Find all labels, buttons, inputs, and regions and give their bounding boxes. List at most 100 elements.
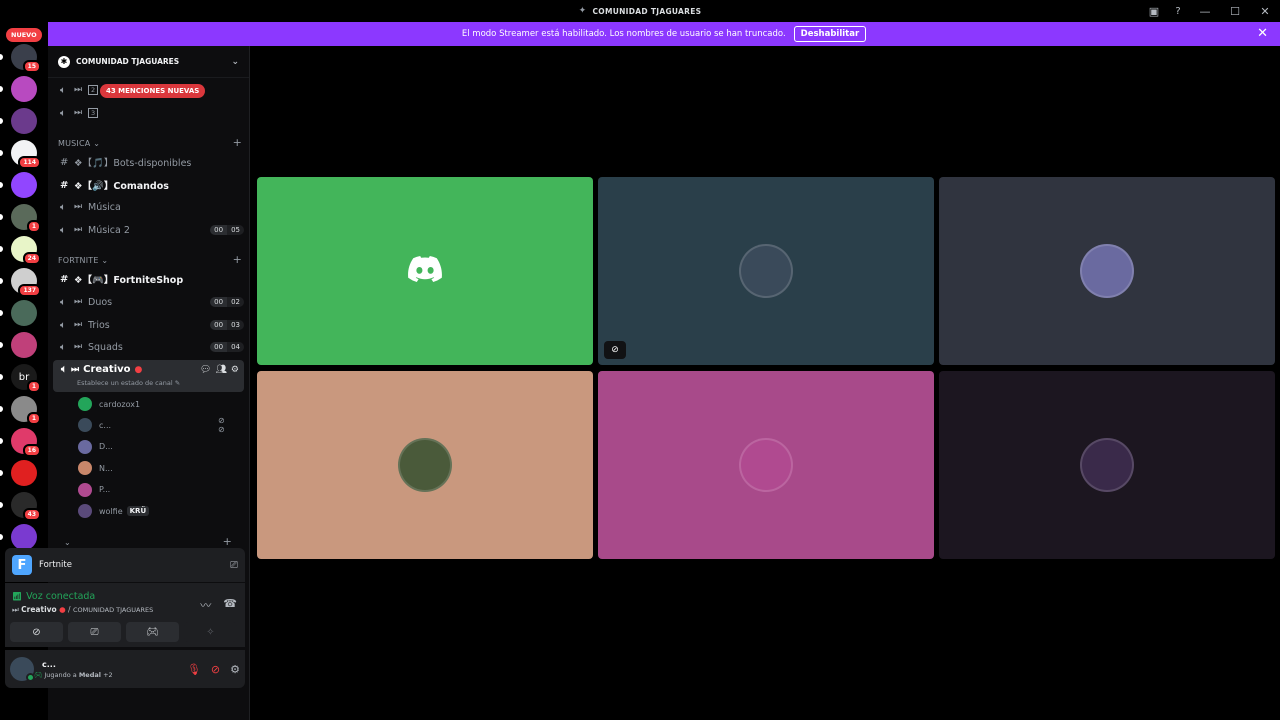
collapsed-category[interactable]: ⌄ + [58, 536, 232, 547]
voice-channel[interactable]: 🔈︎ ⏭︎ Música [56, 197, 244, 217]
voice-user[interactable]: D... [78, 439, 113, 455]
minimize-button[interactable]: — [1190, 0, 1220, 22]
unread-pip [0, 534, 3, 540]
avatar [398, 438, 452, 492]
server-icon[interactable] [11, 524, 37, 550]
voice-user[interactable]: cardozox1 [78, 396, 140, 412]
invite-icon[interactable]: 👥︎ [215, 365, 226, 375]
voice-user-name: D... [99, 442, 113, 452]
server-icon[interactable]: br 1 [11, 364, 41, 393]
voice-channel-3[interactable]: 🔈︎ ⏭︎ 3 [56, 103, 244, 123]
voice-user-name: P... [99, 485, 111, 495]
server-icon[interactable] [11, 172, 37, 198]
user-activity: 🎮︎ Jugando a Medal +2 [34, 671, 113, 679]
new-badge[interactable]: NUEVO [6, 28, 42, 42]
server-icon[interactable]: 1 [11, 204, 41, 233]
participant-tile[interactable] [257, 371, 593, 559]
screen-share-button[interactable]: ⎚ [68, 622, 121, 642]
stage-icon: ⏭︎ [74, 297, 83, 307]
unread-pip [0, 438, 3, 444]
unread-pip [0, 86, 3, 92]
active-voice-channel[interactable]: 🔈︎ ⏭︎ Creativo ● Establece un estado de c… [53, 360, 244, 392]
voice-channel[interactable]: 🔈︎ ⏭︎ Trios 00 03 [56, 315, 244, 335]
window-title-text: COMUNIDAD TJAGUARES [592, 6, 702, 16]
user-info[interactable]: c... 🎮︎ Jugando a Medal +2 [34, 660, 113, 679]
mention-pill[interactable]: 43 MENCIONES NUEVAS [100, 84, 206, 98]
voice-user[interactable]: wolfie KRÜ [78, 503, 150, 519]
participant-tile[interactable] [598, 371, 934, 559]
server-icon[interactable]: 24 [11, 236, 41, 265]
soundboard-button[interactable]: ✧ [184, 622, 237, 642]
noise-suppression-icon[interactable]: 〰 [200, 597, 211, 613]
help-icon[interactable]: ? [1166, 0, 1190, 22]
voice-channel[interactable]: 🔈︎ ⏭︎ Música 2 00 05 [56, 220, 244, 240]
add-channel-icon[interactable]: + [233, 137, 242, 148]
user-settings-icon[interactable]: ⚙ [230, 663, 240, 676]
disconnect-icon[interactable]: ☎︎ [223, 597, 237, 613]
participant-tile[interactable] [939, 177, 1275, 365]
voice-user[interactable]: P... [78, 482, 110, 498]
discord-logo-icon: ✦ [578, 6, 587, 16]
unread-pip [0, 470, 3, 476]
server-icon[interactable] [11, 108, 37, 134]
text-channel[interactable]: # ❖【🎮】FortniteShop [56, 269, 244, 289]
user-count: 00 [210, 320, 228, 330]
voice-user[interactable]: N... [78, 460, 113, 476]
activity-game: Fortnite [39, 560, 72, 570]
server-icon[interactable]: 16 [11, 428, 41, 457]
server-icon[interactable] [11, 460, 37, 486]
mention-badge: 24 [22, 252, 41, 265]
server-header[interactable]: ✱ COMUNIDAD TJAGUARES ⌄ [48, 46, 249, 78]
category-musica[interactable]: MUSICA ⌄ + [58, 137, 242, 148]
user-count: 00 [210, 225, 228, 235]
mic-muted-icon[interactable]: 🎙︎ [187, 663, 201, 676]
participant-tile[interactable]: ⊘ [598, 177, 934, 365]
hash-icon: # [60, 273, 69, 285]
channel-name: ❖【🔊】Comandos [74, 181, 169, 192]
voice-channel[interactable]: 🔈︎ ⏭︎ Squads 00 04 [56, 337, 244, 357]
maximize-button[interactable]: ☐ [1220, 0, 1250, 22]
inbox-icon[interactable]: ▣ [1142, 0, 1166, 22]
banner-close-icon[interactable]: ✕ [1257, 26, 1268, 41]
settings-icon[interactable]: ⚙ [231, 365, 239, 375]
muted-icon: ⊘ ⊘ [218, 416, 225, 435]
server-icon[interactable]: 114 [11, 140, 41, 169]
disable-streamer-button[interactable]: Deshabilitar [793, 26, 867, 42]
channel-label: 2 [88, 85, 99, 95]
server-icon[interactable] [11, 300, 37, 326]
category-label: MUSICA ⌄ [58, 139, 101, 148]
server-icon[interactable] [11, 332, 37, 358]
chevron-down-icon: ⌄ [231, 56, 239, 67]
category-fortnite[interactable]: FORTNITE ⌄ + [58, 254, 242, 265]
avatar [739, 438, 793, 492]
text-channel[interactable]: # ❖【🔊】Comandos [56, 175, 244, 195]
server-icon[interactable]: 137 [11, 268, 41, 297]
text-channel[interactable]: # ❖【🎵】Bots-disponibles [56, 152, 244, 172]
channel-status-prompt[interactable]: Establece un estado de canal ✎ [77, 379, 180, 387]
title-bar: ✦ COMUNIDAD TJAGUARES ▣ ? — ☐ ✕ [0, 0, 1280, 22]
stream-game-icon[interactable]: ⎚ [230, 560, 238, 571]
stage-icon: ⏭︎ [74, 342, 83, 352]
participant-tile[interactable] [257, 177, 593, 365]
close-window-button[interactable]: ✕ [1250, 0, 1280, 22]
server-icon[interactable] [11, 76, 37, 102]
voice-status-text: Voz conectada [26, 591, 96, 602]
add-channel-icon[interactable]: + [233, 254, 242, 265]
unread-pip [0, 502, 3, 508]
server-icon[interactable]: 1 [11, 396, 41, 425]
devil-emoji-icon: ● [134, 364, 143, 375]
user-count: 00 [210, 342, 228, 352]
add-channel-icon[interactable]: + [223, 536, 232, 547]
deafen-icon[interactable]: ⊘ [211, 663, 220, 676]
voice-channel[interactable]: 🔈︎ ⏭︎ Duos 00 02 [56, 292, 244, 312]
camera-off-button[interactable]: ⊘ [10, 622, 63, 642]
avatar[interactable] [10, 657, 35, 682]
voice-user[interactable]: c... ⊘ ⊘ [78, 416, 225, 434]
participant-tile[interactable] [939, 371, 1275, 559]
activity-panel[interactable]: F Fortnite ⎚ [5, 548, 245, 582]
server-icon[interactable]: 43 [11, 492, 41, 521]
server-icon[interactable]: 15 [11, 44, 41, 73]
server-name: COMUNIDAD TJAGUARES [76, 57, 180, 66]
chat-icon[interactable]: 💬︎ [200, 365, 211, 375]
activities-button[interactable]: 🎮︎ [126, 622, 179, 642]
